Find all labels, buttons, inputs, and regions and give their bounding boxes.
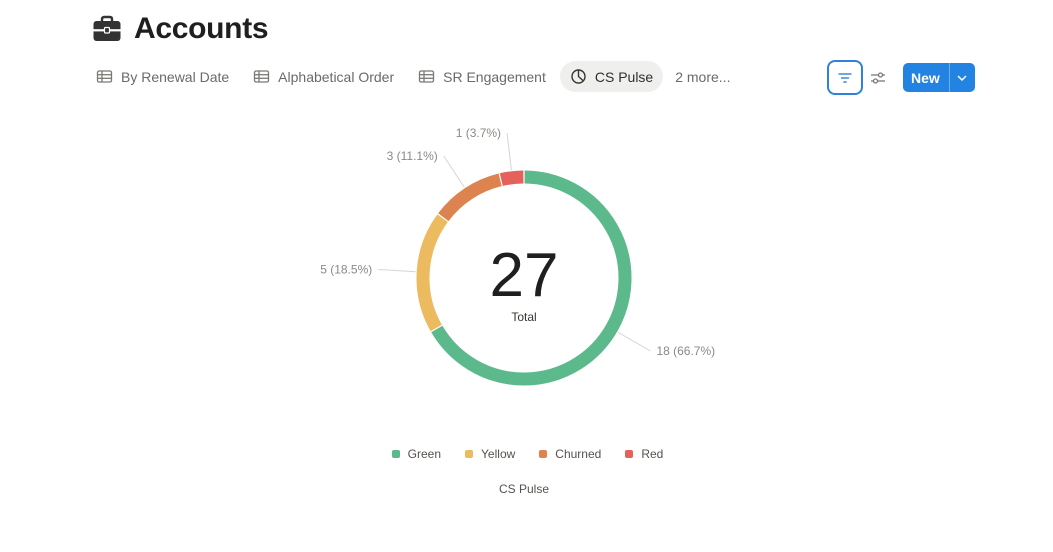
- legend-item-yellow[interactable]: Yellow: [465, 447, 515, 461]
- legend-label: Churned: [555, 447, 602, 461]
- legend-label: Red: [641, 447, 664, 461]
- leader-line: [443, 155, 465, 188]
- chart-total-label: Total: [511, 310, 536, 324]
- leader-line: [506, 132, 512, 171]
- slice-label-churned: 3 (11.1%): [387, 149, 438, 163]
- legend-item-churned[interactable]: Churned: [539, 447, 601, 461]
- slice-label-red: 1 (3.7%): [456, 126, 501, 140]
- chart-legend: Green Yellow Churned Red: [0, 447, 1053, 461]
- donut-chart: 18 (66.7%)5 (18.5%)3 (11.1%)1 (3.7%) 27 …: [320, 126, 715, 386]
- legend-swatch: [465, 450, 474, 458]
- slice-label-green: 18 (66.7%): [656, 344, 715, 358]
- page: Accounts By Renewal Date Alphabetical Or…: [0, 0, 1053, 552]
- leader-line: [617, 331, 651, 352]
- legend-swatch: [391, 450, 400, 458]
- leader-line: [378, 269, 416, 273]
- legend-label: Green: [407, 447, 442, 461]
- slice-churned[interactable]: [438, 173, 502, 222]
- slice-label-yellow: 5 (18.5%): [320, 263, 372, 277]
- slice-yellow[interactable]: [416, 214, 448, 332]
- legend-swatch: [539, 450, 548, 458]
- legend-item-red[interactable]: Red: [625, 447, 663, 461]
- slice-red[interactable]: [499, 170, 524, 186]
- chart-caption: CS Pulse: [498, 482, 550, 496]
- legend-swatch: [625, 450, 634, 458]
- legend-label: Yellow: [481, 447, 516, 461]
- legend-item-green[interactable]: Green: [391, 447, 442, 461]
- chart-total-value: 27: [490, 241, 559, 310]
